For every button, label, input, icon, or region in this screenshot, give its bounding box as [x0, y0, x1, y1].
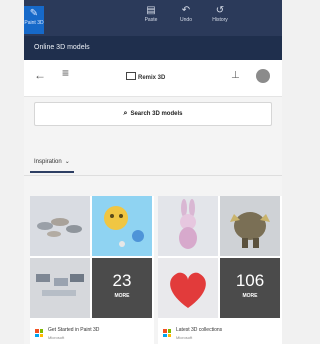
bird-flock-model [37, 218, 82, 237]
card-title: Latest 3D collections [176, 327, 223, 333]
back-arrow-icon[interactable]: ← [34, 68, 46, 82]
emoji-model [104, 206, 144, 247]
app-badge[interactable]: ✎ Paint 3D [24, 6, 44, 34]
creature-model [230, 212, 270, 248]
avatar[interactable] [256, 69, 270, 83]
history-icon: ↺ [215, 5, 225, 16]
search-icon: ⌕ [123, 110, 128, 117]
undo-button[interactable]: ↶ Undo [172, 5, 200, 24]
history-button[interactable]: ↺ History [206, 5, 234, 24]
card-subtitle: Microsoft [48, 335, 65, 340]
undo-icon: ↶ [181, 5, 191, 16]
title-bar: ✎ Paint 3D ▤ Paste ↶ Undo ↺ History [24, 0, 282, 36]
more-label: MORE [114, 293, 130, 299]
model-thumbnail[interactable] [30, 196, 90, 256]
microsoft-logo-icon [163, 329, 171, 337]
filter-dropdown[interactable]: Inspiration ⌄ [30, 153, 74, 173]
more-count: 106 [235, 271, 265, 290]
more-count: 23 [112, 271, 132, 290]
model-thumbnail[interactable] [220, 196, 280, 256]
search-input[interactable]: ⌕ Search 3D models [34, 102, 272, 126]
app-badge-label: Paint 3D [24, 20, 44, 26]
paste-button[interactable]: ▤ Paste [137, 5, 165, 24]
bunny-model [179, 199, 197, 249]
model-thumbnail[interactable] [92, 196, 152, 256]
card-title: Get Started in Paint 3D [48, 327, 100, 333]
paste-icon: ▤ [146, 5, 156, 16]
chevron-down-icon: ⌄ [64, 159, 70, 165]
model-thumbnail[interactable] [30, 258, 90, 318]
more-label: MORE [242, 293, 258, 299]
panel-body: ← ≡ Remix 3D ⊥ ⌕ Search 3D models Inspira… [24, 60, 282, 344]
model-thumbnail[interactable] [158, 258, 218, 318]
divider [24, 175, 282, 176]
panel-title: Online 3D models [24, 36, 282, 60]
more-tile[interactable]: 106 MORE [220, 258, 280, 318]
microsoft-logo-icon [35, 329, 43, 337]
card-footer: Get Started in Paint 3D Microsoft [30, 320, 154, 344]
model-thumbnail[interactable] [158, 196, 218, 256]
remix-logo-icon [126, 72, 136, 80]
shapes-model [36, 274, 84, 296]
card-footer: Latest 3D collections Microsoft [158, 320, 282, 344]
heart-model [170, 272, 206, 308]
paint-brush-icon: ✎ [29, 8, 39, 19]
pin-icon[interactable]: ⊥ [231, 70, 240, 81]
remix-logo[interactable]: Remix 3D [126, 72, 165, 81]
nav-bar: ← ≡ Remix 3D ⊥ [24, 60, 282, 97]
card-subtitle: Microsoft [176, 335, 193, 340]
collection-card[interactable]: 106 MORE Latest 3D collections Microsoft [158, 196, 282, 344]
hamburger-menu-icon[interactable]: ≡ [62, 66, 69, 80]
collection-card[interactable]: 23 MORE Get Started in Paint 3D Microsof… [30, 196, 154, 344]
more-tile[interactable]: 23 MORE [92, 258, 152, 318]
app-window: ✎ Paint 3D ▤ Paste ↶ Undo ↺ History Onli… [24, 0, 282, 344]
